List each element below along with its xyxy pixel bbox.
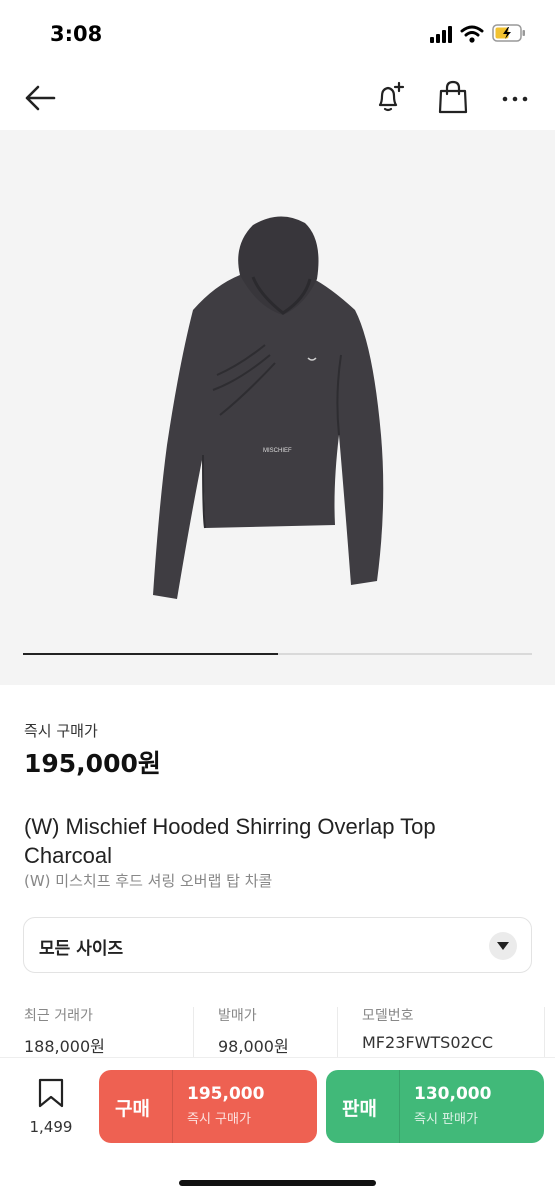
sell-button-label: 판매 [342, 1098, 377, 1120]
stat-recent-trade: 최근 거래가 188,000원 [24, 1005, 105, 1057]
carousel-progress-fill [23, 653, 278, 655]
more-icon [502, 96, 528, 102]
product-logo-text: MISCHIEF [263, 448, 292, 454]
wishlist-button[interactable]: 1,499 [22, 1078, 80, 1138]
wifi-icon [460, 24, 484, 44]
stat-divider [337, 1007, 338, 1057]
shopping-bag-icon [438, 80, 468, 114]
product-image-carousel[interactable]: MISCHIEF [0, 130, 555, 685]
bookmark-icon [38, 1078, 64, 1108]
stat-model-number: 모델번호 MF23FWTS02CC [362, 1005, 493, 1057]
product-title: (W) Mischief Hooded Shirring Overlap Top… [24, 814, 436, 868]
stat-value: 98,000원 [218, 1037, 289, 1056]
instant-buy-price: 195,000원 [24, 749, 161, 778]
alert-button[interactable] [372, 80, 408, 116]
wishlist-count: 1,499 [29, 1118, 73, 1136]
sell-button-subtitle: 즉시 판매가 [414, 1112, 478, 1127]
cellular-signal-icon [430, 26, 456, 43]
stat-label: 최근 거래가 [24, 1008, 93, 1024]
buy-button-label: 구매 [115, 1098, 150, 1120]
sell-button-price: 130,000 [414, 1084, 492, 1104]
stat-label: 모델번호 [362, 1008, 414, 1024]
top-nav-bar [0, 66, 555, 130]
shopping-bag-button[interactable] [436, 80, 470, 116]
sell-button-divider [399, 1070, 400, 1143]
back-button[interactable] [20, 80, 60, 116]
product-stats: 최근 거래가 188,000원 발매가 98,000원 모델번호 MF23FWT… [0, 1005, 555, 1057]
product-image [153, 216, 384, 599]
buy-button[interactable]: 구매 195,000 즉시 구매가 [99, 1070, 317, 1143]
buy-button-subtitle: 즉시 구매가 [187, 1112, 251, 1127]
home-indicator[interactable] [179, 1180, 376, 1186]
bottom-action-bar: 1,499 구매 195,000 즉시 구매가 판매 130,000 즉시 판매… [0, 1057, 555, 1200]
buy-button-price: 195,000 [187, 1084, 265, 1104]
status-bar: 3:08 [0, 0, 555, 66]
chevron-down-icon [497, 942, 509, 950]
stat-release-price: 발매가 98,000원 [218, 1005, 289, 1057]
stat-divider [544, 1007, 545, 1057]
carousel-progress [23, 653, 532, 655]
stat-value: 188,000원 [24, 1037, 105, 1056]
stat-divider [193, 1007, 194, 1057]
status-time: 3:08 [50, 22, 103, 46]
stat-label: 발매가 [218, 1008, 257, 1024]
size-selector-toggle[interactable] [489, 932, 517, 960]
bell-plus-icon [378, 81, 405, 112]
product-subtitle: (W) 미스치프 후드 셔링 오버랩 탑 차콜 [24, 872, 273, 890]
size-selector-label: 모든 사이즈 [39, 939, 124, 959]
size-selector[interactable]: 모든 사이즈 [23, 917, 532, 973]
more-button[interactable] [498, 80, 534, 116]
instant-buy-price-label: 즉시 구매가 [24, 722, 98, 740]
battery-icon [492, 24, 526, 42]
buy-button-divider [172, 1070, 173, 1143]
stat-value: MF23FWTS02CC [362, 1033, 494, 1052]
back-arrow-icon [25, 85, 56, 111]
sell-button[interactable]: 판매 130,000 즉시 판매가 [326, 1070, 544, 1143]
